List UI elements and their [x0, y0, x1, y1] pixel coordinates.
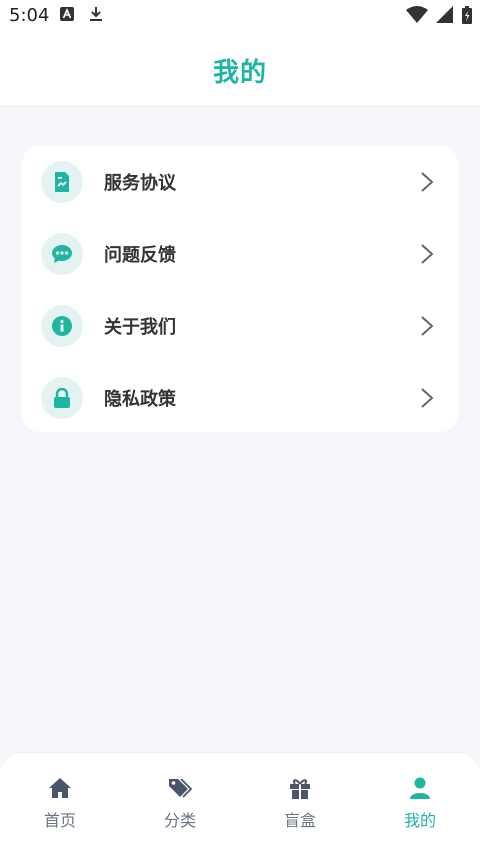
wifi-icon [406, 6, 428, 28]
menu-item-label: 问题反馈 [104, 245, 176, 266]
status-bar: 5:04 [0, 0, 480, 34]
status-left-icons [60, 6, 104, 26]
tab-mine[interactable]: 我的 [360, 777, 480, 833]
tags-icon [169, 778, 192, 798]
tab-blind-box[interactable]: 盲盒 [240, 777, 360, 833]
menu-item-label: 服务协议 [104, 173, 176, 194]
chevron-right-icon [421, 172, 434, 192]
battery-icon [462, 6, 472, 28]
home-icon [49, 778, 71, 798]
status-time: 5:04 [9, 5, 50, 26]
menu-item-about-us[interactable]: 关于我们 [22, 290, 458, 362]
chat-bubble-icon [41, 233, 83, 275]
tab-home[interactable]: 首页 [0, 777, 120, 833]
signal-icon [436, 6, 454, 28]
document-icon [41, 161, 83, 203]
tab-label: 分类 [163, 811, 196, 830]
status-right-icons [406, 6, 472, 28]
info-icon [41, 305, 83, 347]
menu-card: 服务协议 问题反馈 关于我们 隐私政策 [22, 146, 458, 432]
chevron-right-icon [421, 316, 434, 336]
download-icon [88, 6, 104, 26]
gift-icon [290, 779, 310, 799]
tab-label: 盲盒 [283, 811, 316, 830]
menu-item-feedback[interactable]: 问题反馈 [22, 218, 458, 290]
lock-icon [41, 377, 83, 419]
user-icon [410, 777, 430, 799]
menu-item-privacy-policy[interactable]: 隐私政策 [22, 362, 458, 434]
font-a-icon [60, 6, 74, 26]
menu-item-service-agreement[interactable]: 服务协议 [22, 146, 458, 218]
page-title: 我的 [212, 57, 267, 88]
menu-item-label: 关于我们 [104, 317, 176, 338]
tab-label: 首页 [43, 811, 76, 830]
chevron-right-icon [421, 388, 434, 408]
header: 我的 [0, 34, 480, 107]
chevron-right-icon [421, 244, 434, 264]
tab-category[interactable]: 分类 [120, 777, 240, 833]
tab-label: 我的 [403, 811, 436, 830]
bottom-tab-bar: 首页 分类 盲盒 我的 [0, 752, 480, 853]
menu-item-label: 隐私政策 [104, 389, 176, 410]
